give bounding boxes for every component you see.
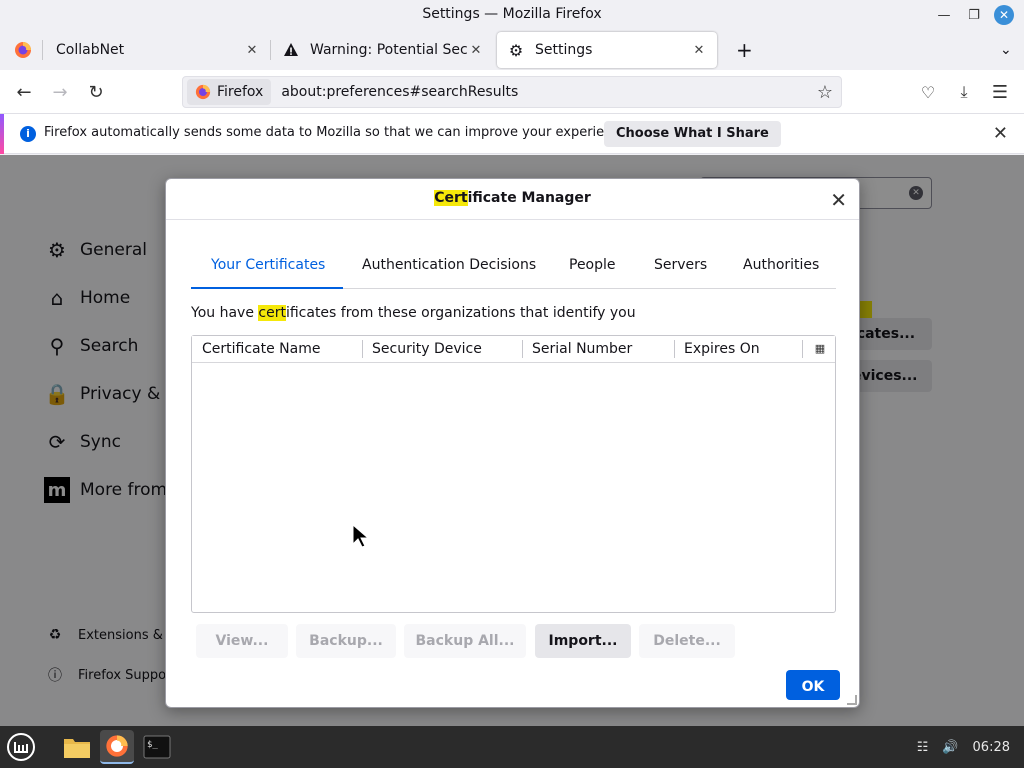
close-tab-icon[interactable]: ✕: [244, 43, 260, 58]
certificates-tree[interactable]: Certificate Name Security Device Serial …: [191, 335, 836, 613]
tab-separator: [270, 40, 271, 60]
notification-message: Firefox automatically sends some data to…: [44, 125, 632, 140]
choose-what-i-share-button[interactable]: Choose What I Share: [604, 121, 781, 147]
terminal-icon[interactable]: $_: [140, 730, 174, 764]
resize-grip[interactable]: [847, 695, 857, 705]
dialog-header: Certificate Manager ✕: [166, 179, 859, 220]
data-collection-notification: i Firefox automatically sends some data …: [0, 114, 1024, 154]
column-splitter[interactable]: [802, 340, 803, 358]
backup-button[interactable]: Backup...: [296, 624, 396, 658]
tab-servers[interactable]: Servers: [654, 257, 707, 273]
url-bar[interactable]: Firefox about:preferences#searchResults …: [182, 76, 842, 108]
hamburger-menu-icon[interactable]: ☰: [986, 78, 1014, 106]
close-tab-icon[interactable]: ✕: [468, 43, 484, 58]
reload-button[interactable]: ↻: [82, 78, 110, 106]
notification-accent: [0, 114, 4, 154]
column-splitter[interactable]: [674, 340, 675, 358]
new-tab-button[interactable]: +: [726, 32, 754, 68]
firefox-icon: [14, 41, 32, 59]
gear-icon: ⚙: [508, 40, 524, 60]
column-header-serial-number[interactable]: Serial Number: [532, 341, 632, 357]
column-header-expires-on[interactable]: Expires On: [684, 341, 760, 357]
tab-authorities[interactable]: Authorities: [743, 257, 819, 273]
tab-authentication-decisions[interactable]: Authentication Decisions: [362, 257, 536, 273]
close-tab-icon[interactable]: ✕: [691, 43, 707, 58]
firefox-view-button[interactable]: [4, 32, 34, 68]
minimize-button[interactable]: —: [934, 5, 954, 25]
dialog-title: Certificate Manager: [166, 190, 859, 206]
mouse-cursor-icon: [352, 524, 370, 548]
tab-label: Warning: Potential Security: [310, 42, 468, 58]
tab-label: Settings: [535, 42, 593, 58]
bookmark-star-icon[interactable]: ☆: [817, 82, 833, 103]
files-icon[interactable]: [60, 730, 94, 764]
info-icon: i: [20, 126, 36, 142]
svg-text:$_: $_: [147, 740, 158, 750]
forward-button[interactable]: →: [46, 78, 74, 106]
volume-icon[interactable]: 🔊: [942, 740, 958, 755]
description-text: ificates from these organizations that i…: [285, 305, 636, 321]
backup-all-button[interactable]: Backup All...: [404, 624, 526, 658]
network-icon[interactable]: ☷: [917, 740, 929, 755]
description-highlight: cert: [258, 305, 286, 321]
column-splitter[interactable]: [522, 340, 523, 358]
identity-box[interactable]: Firefox: [187, 79, 272, 105]
column-picker-icon[interactable]: ▦: [813, 342, 827, 356]
tab-strip: CollabNet ✕ Warning: Potential Security …: [0, 30, 1024, 70]
window-title: Settings — Mozilla Firefox: [422, 6, 602, 22]
delete-button[interactable]: Delete...: [639, 624, 735, 658]
navigation-toolbar: ← → ↻ Firefox about:preferences#searchRe…: [0, 70, 1024, 114]
certificate-manager-dialog: Certificate Manager ✕ Your Certificates …: [165, 178, 860, 708]
warning-icon: [282, 41, 300, 59]
identity-label: Firefox: [217, 84, 264, 100]
url-text[interactable]: about:preferences#searchResults: [281, 84, 518, 100]
column-splitter[interactable]: [362, 340, 363, 358]
firefox-icon: [195, 84, 211, 100]
tab-your-certificates[interactable]: Your Certificates: [211, 257, 325, 273]
firefox-taskbar-icon[interactable]: [100, 730, 134, 764]
window-titlebar: Settings — Mozilla Firefox — ❐ ✕: [0, 0, 1024, 30]
column-header-security-device[interactable]: Security Device: [372, 341, 482, 357]
clock[interactable]: 06:28: [973, 740, 1010, 755]
tree-header: Certificate Name Security Device Serial …: [192, 336, 835, 363]
mint-menu-icon[interactable]: [4, 730, 38, 764]
downloads-icon[interactable]: ⤓: [950, 78, 978, 106]
description-text: You have: [191, 305, 259, 321]
maximize-button[interactable]: ❐: [964, 5, 984, 25]
tab-collabnet[interactable]: CollabNet ✕: [46, 32, 270, 68]
tab-separator: [42, 40, 43, 60]
back-button[interactable]: ←: [10, 78, 38, 106]
column-header-certificate-name[interactable]: Certificate Name: [202, 341, 320, 357]
selected-tab-indicator: [191, 287, 343, 289]
title-rest: ificate Manager: [467, 190, 591, 206]
taskbar: $_ ☷ 🔊 06:28: [0, 726, 1024, 768]
dialog-tabs: Your Certificates Authentication Decisio…: [191, 249, 836, 289]
list-all-tabs-button[interactable]: ⌄: [990, 32, 1018, 68]
close-window-button[interactable]: ✕: [994, 5, 1014, 25]
import-button[interactable]: Import...: [535, 624, 631, 658]
close-dialog-icon[interactable]: ✕: [830, 188, 847, 212]
view-button[interactable]: View...: [196, 624, 288, 658]
tab-settings[interactable]: ⚙ Settings ✕: [497, 32, 717, 68]
title-highlight: Cert: [434, 190, 468, 206]
close-icon[interactable]: ✕: [993, 123, 1008, 144]
dialog-description: You have certificates from these organiz…: [191, 305, 636, 321]
pocket-icon[interactable]: ♡: [914, 78, 942, 106]
system-tray: ☷ 🔊 06:28: [917, 726, 1024, 768]
tab-label: CollabNet: [56, 42, 125, 58]
tab-people[interactable]: People: [569, 257, 616, 273]
ok-button[interactable]: OK: [786, 670, 840, 700]
tab-security-warning[interactable]: Warning: Potential Security ✕: [272, 32, 494, 68]
